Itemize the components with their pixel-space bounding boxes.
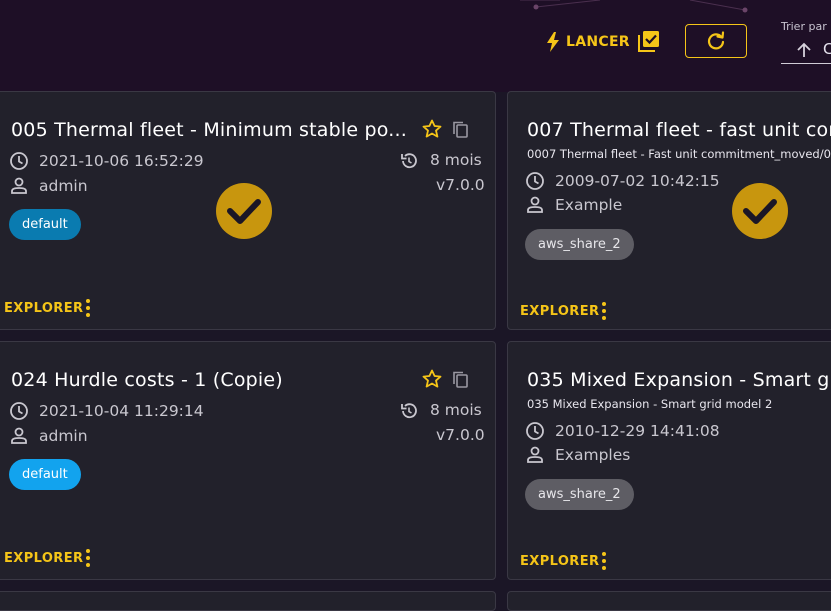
created-date: 2021-10-06 16:52:29	[39, 152, 204, 170]
launch-label: LANCER	[566, 34, 630, 50]
study-card-partial	[0, 591, 496, 611]
last-modified-age: 8 mois	[430, 401, 482, 419]
more-vert-icon[interactable]	[597, 551, 611, 571]
study-path: 035 Mixed Expansion - Smart grid model 2	[527, 397, 773, 411]
tag-chip[interactable]: aws_share_2	[525, 229, 634, 260]
author-name: admin	[39, 177, 88, 195]
last-modified-age: 8 mois	[430, 151, 482, 169]
check-all-icon[interactable]	[638, 30, 660, 52]
study-title[interactable]: 035 Mixed Expansion - Smart gr	[527, 369, 831, 391]
history-icon	[401, 403, 417, 419]
study-card: 035 Mixed Expansion - Smart gr 035 Mixed…	[507, 341, 831, 580]
star-icon[interactable]	[422, 369, 442, 389]
sort-select[interactable]: C	[781, 37, 831, 64]
tag-chip[interactable]: default	[9, 459, 81, 490]
copy-icon[interactable]	[451, 120, 471, 140]
selected-check-icon[interactable]	[731, 182, 789, 240]
study-title[interactable]: 005 Thermal fleet - Minimum stable po...	[11, 119, 407, 141]
arrow-up-icon[interactable]	[795, 41, 813, 59]
created-date-row: 2009-07-02 10:42:15	[525, 171, 720, 191]
study-card: 005 Thermal fleet - Minimum stable po...…	[0, 91, 496, 330]
clock-icon	[526, 422, 544, 440]
user-icon	[11, 177, 27, 194]
author-row: admin	[9, 176, 88, 196]
clock-icon	[10, 402, 28, 420]
launch-button[interactable]: LANCER	[546, 30, 630, 54]
study-card: 024 Hurdle costs - 1 (Copie) 2021-10-04 …	[0, 341, 496, 580]
user-icon	[527, 446, 543, 463]
sort-label: Trier par	[781, 20, 827, 33]
history-icon	[401, 153, 417, 169]
tag-chip[interactable]: aws_share_2	[525, 479, 634, 510]
created-date-row: 2010-12-29 14:41:08	[525, 421, 720, 441]
author-row: admin	[9, 426, 88, 446]
author-row: Example	[525, 195, 622, 215]
clock-icon	[10, 152, 28, 170]
study-title[interactable]: 007 Thermal fleet - fast unit com	[527, 119, 831, 141]
sort-value: C	[823, 40, 831, 58]
more-vert-icon[interactable]	[81, 298, 95, 318]
created-date: 2010-12-29 14:41:08	[555, 422, 720, 440]
copy-icon[interactable]	[451, 370, 471, 390]
explore-button[interactable]: EXPLORER	[4, 551, 83, 566]
clock-icon	[526, 172, 544, 190]
user-icon	[527, 196, 543, 213]
top-toolbar: LANCER Trier par C	[0, 0, 831, 92]
author-name: Example	[555, 196, 623, 214]
version-label: v7.0.0	[436, 426, 485, 444]
author-row: Examples	[525, 445, 630, 465]
created-date: 2009-07-02 10:42:15	[555, 172, 720, 190]
user-icon	[11, 427, 27, 444]
refresh-icon	[707, 31, 725, 50]
created-date-row: 2021-10-04 11:29:14	[9, 401, 204, 421]
more-vert-icon[interactable]	[81, 548, 95, 568]
created-date-row: 2021-10-06 16:52:29	[9, 151, 204, 171]
created-date: 2021-10-04 11:29:14	[39, 402, 204, 420]
study-card: 007 Thermal fleet - fast unit com 0007 T…	[507, 91, 831, 330]
bolt-icon	[547, 32, 559, 52]
study-title[interactable]: 024 Hurdle costs - 1 (Copie)	[11, 369, 283, 391]
study-path: 0007 Thermal fleet - Fast unit commitmen…	[527, 147, 831, 161]
explore-button[interactable]: EXPLORER	[520, 304, 599, 319]
study-card-partial	[507, 591, 831, 611]
star-icon[interactable]	[422, 119, 442, 139]
more-vert-icon[interactable]	[597, 301, 611, 321]
author-name: admin	[39, 427, 88, 445]
explore-button[interactable]: EXPLORER	[4, 301, 83, 316]
tag-chip[interactable]: default	[9, 209, 81, 240]
refresh-button[interactable]	[685, 24, 747, 58]
author-name: Examples	[555, 446, 631, 464]
version-label: v7.0.0	[436, 176, 485, 194]
explore-button[interactable]: EXPLORER	[520, 554, 599, 569]
selected-check-icon[interactable]	[215, 182, 273, 240]
